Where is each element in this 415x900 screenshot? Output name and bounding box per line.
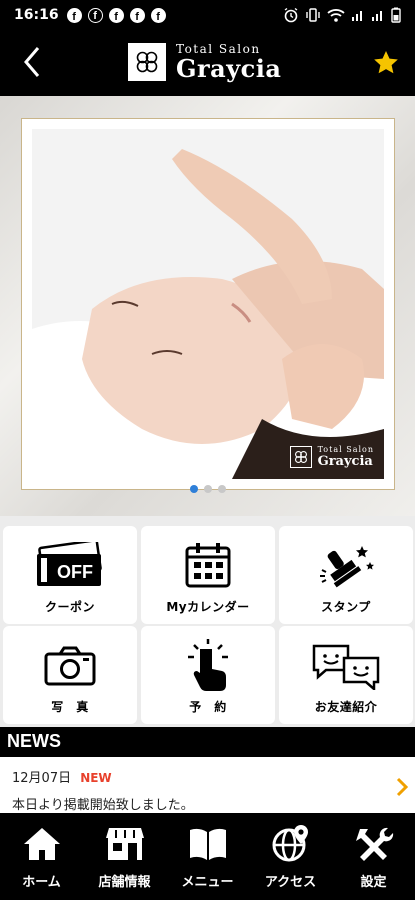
tab-label: 店舗情報 (98, 875, 151, 890)
facebook-icon: f (129, 7, 145, 23)
menu-tile-calendar[interactable]: Myカレンダー (141, 526, 275, 624)
tab-label: メニュー (181, 875, 234, 890)
watermark-subtitle: Total Salon (317, 445, 374, 454)
tile-label: Myカレンダー (166, 600, 250, 614)
news-text: 本日より掲載開始致しました。 (12, 798, 194, 813)
camera-icon (43, 638, 97, 694)
facebook-icon: f (66, 7, 82, 23)
slider-dot[interactable] (203, 485, 212, 493)
tile-label: クーポン (44, 600, 95, 614)
status-bar: 16:16 f f f f f (0, 0, 415, 30)
book-icon (188, 823, 228, 865)
home-icon (22, 823, 62, 865)
logo-mark-icon (289, 446, 312, 468)
bottom-tab-bar: ホーム 店舗情報 メニュー アクセス 設定 (0, 813, 415, 900)
globe-pin-icon (271, 823, 311, 865)
hero-photo: Total Salon Graycia (32, 129, 384, 479)
tab-home[interactable]: ホーム (0, 813, 83, 900)
store-icon (105, 823, 145, 865)
chevron-left-icon[interactable] (14, 40, 54, 84)
status-time: 16:16 (14, 7, 59, 23)
tab-access[interactable]: アクセス (249, 813, 332, 900)
tab-label: 設定 (360, 875, 387, 890)
tile-label: スタンプ (321, 600, 371, 614)
news-new-badge: NEW (80, 771, 112, 785)
logo-mark-icon (128, 43, 166, 81)
menu-tile-photo[interactable]: 写 真 (3, 626, 137, 724)
menu-grid: OFF クーポン Myカレンダー スタンプ 写 真 予 約 お友達紹介 (0, 520, 415, 726)
tile-label: 予 約 (189, 700, 227, 714)
tile-label: お友達紹介 (314, 700, 378, 714)
app-header: Total Salon Graycia (0, 30, 415, 96)
tab-store-info[interactable]: 店舗情報 (83, 813, 166, 900)
vibrate-icon (306, 8, 320, 22)
signal-icon (352, 11, 362, 21)
slider-dots (0, 485, 415, 493)
coupon-icon: OFF (35, 538, 105, 594)
news-date: 12月07日 (12, 771, 72, 786)
battery-icon (391, 7, 401, 23)
news-item[interactable]: 12月07日 NEW 本日より掲載開始致しました。 (0, 757, 415, 813)
facebook-icon: f (150, 7, 166, 23)
menu-tile-coupon[interactable]: OFF クーポン (3, 526, 137, 624)
alarm-icon (284, 7, 298, 23)
logo-title: Graycia (176, 54, 282, 83)
notification-icons: f f f f f (66, 7, 166, 23)
menu-tile-stamp[interactable]: スタンプ (279, 526, 413, 624)
star-icon[interactable] (371, 48, 401, 78)
brand-logo: Total Salon Graycia (128, 42, 281, 82)
photo-watermark: Total Salon Graycia (289, 445, 374, 469)
chevron-right-icon (396, 777, 409, 797)
photo-frame: Total Salon Graycia (21, 118, 395, 490)
hero-slider[interactable]: Total Salon Graycia (0, 96, 415, 516)
tab-menu[interactable]: メニュー (166, 813, 249, 900)
stamp-icon (316, 538, 376, 594)
watermark-title: Graycia (317, 454, 373, 469)
menu-tile-reserve[interactable]: 予 約 (141, 626, 275, 724)
tap-hand-icon (178, 638, 238, 694)
tools-icon (354, 823, 394, 865)
tab-settings[interactable]: 設定 (332, 813, 415, 900)
menu-tile-referral[interactable]: お友達紹介 (279, 626, 413, 724)
tab-label: アクセス (264, 875, 317, 890)
chat-bubbles-icon (311, 638, 381, 694)
facebook-icon: f (108, 7, 124, 23)
tab-label: ホーム (22, 875, 61, 890)
tile-label: 写 真 (51, 700, 89, 714)
calendar-icon (183, 538, 233, 594)
system-icons (283, 7, 401, 23)
wifi-icon (327, 9, 345, 22)
svg-text:OFF: OFF (57, 562, 93, 582)
slider-dot[interactable] (189, 485, 198, 493)
facebook-icon: f (87, 7, 103, 23)
slider-dot[interactable] (217, 485, 226, 493)
signal-icon (372, 11, 382, 21)
news-heading: NEWS (0, 727, 415, 757)
